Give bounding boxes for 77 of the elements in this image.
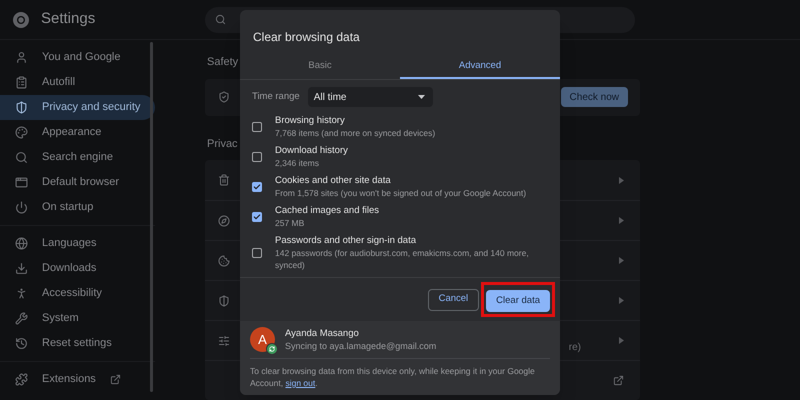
sidebar-item[interactable]: Search engine <box>0 145 155 170</box>
person-icon <box>15 51 28 64</box>
external-link-icon <box>613 375 624 386</box>
chevron-icon <box>619 297 624 304</box>
item-detail: From 1,578 sites (you won't be signed out of your Google Account) <box>275 187 526 199</box>
check-icon <box>253 213 261 221</box>
item-title: Browsing history <box>275 115 346 127</box>
chevron-icon <box>619 217 624 224</box>
check-icon <box>253 183 261 191</box>
accessibility-icon <box>15 287 28 300</box>
shield-icon <box>15 101 28 114</box>
item-detail: 142 passwords (for audioburst.com, emakicms.com, and 140 more, synced) <box>275 247 530 271</box>
shield-check-icon <box>218 91 230 103</box>
item-detail: 2,346 items <box>275 157 320 169</box>
check-now-button[interactable]: Check now <box>560 87 628 107</box>
clipboard-icon <box>15 76 28 89</box>
search-icon <box>215 14 226 25</box>
palette-icon <box>15 126 28 139</box>
search-icon <box>15 151 28 164</box>
shield-icon <box>218 294 230 306</box>
chevron-icon <box>619 176 624 184</box>
caret-icon <box>418 95 425 99</box>
sidebar-item[interactable]: Appearance <box>0 120 155 145</box>
item-detail: 7,768 items (and more on synced devices) <box>275 127 436 139</box>
section-heading: Safety <box>207 55 238 70</box>
sidebar-item[interactable]: Autofill <box>0 70 155 95</box>
sidebar-item[interactable]: Accessibility <box>0 281 155 306</box>
sidebar-item[interactable]: Downloads <box>0 256 155 281</box>
sync-badge-icon <box>266 343 278 355</box>
section-heading: Privac <box>207 136 238 152</box>
download-icon <box>15 262 28 275</box>
globe-icon <box>15 237 28 250</box>
checkbox[interactable] <box>252 122 262 132</box>
sidebar-item[interactable]: Reset settings <box>0 331 155 356</box>
chevron-icon <box>619 337 624 344</box>
checkbox[interactable] <box>252 182 262 192</box>
account-email: Syncing to aya.lamagede@gmail.com <box>285 340 436 352</box>
compass-icon <box>218 214 230 226</box>
sidebar-item[interactable]: System <box>0 306 155 331</box>
avatar: A <box>250 327 275 352</box>
tab[interactable]: Basic <box>240 56 400 79</box>
account-name: Ayanda Masango <box>285 328 360 340</box>
checkbox[interactable] <box>252 212 262 222</box>
sidebar-item[interactable]: Privacy and security <box>0 95 155 120</box>
clear-data-button[interactable]: Clear data <box>486 290 550 312</box>
sign-out-link[interactable]: sign out <box>285 378 316 388</box>
checkbox[interactable] <box>252 152 262 162</box>
time-range-select[interactable]: All time <box>308 87 433 107</box>
dialog-title: Clear browsing data <box>253 29 360 46</box>
trash-icon <box>218 174 230 186</box>
sidebar-item[interactable]: You and Google <box>0 45 155 70</box>
power-icon <box>15 201 28 214</box>
tab[interactable]: Advanced <box>400 56 560 79</box>
item-title: Passwords and other sign-in data <box>275 235 417 247</box>
item-title: Cached images and files <box>275 205 380 217</box>
cancel-button[interactable]: Cancel <box>428 288 480 310</box>
sidebar-item[interactable]: Languages <box>0 231 155 256</box>
checkbox[interactable] <box>252 248 262 258</box>
item-detail: 257 MB <box>275 217 306 229</box>
history-icon <box>15 337 28 350</box>
chevron-icon <box>619 257 624 264</box>
sidebar-item[interactable]: Extensions <box>0 367 155 392</box>
puzzle-icon <box>15 373 28 386</box>
window-icon <box>15 176 28 189</box>
sliders-icon <box>218 334 230 346</box>
sidebar-item[interactable]: On startup <box>0 195 155 220</box>
time-range-label: Time range <box>252 90 300 104</box>
cookie-icon <box>218 254 230 266</box>
item-title: Download history <box>275 145 348 157</box>
wrench-icon <box>15 312 28 325</box>
page-title: Settings <box>41 9 96 30</box>
browser-logo-icon <box>13 12 29 28</box>
item-title: Cookies and other site data <box>275 175 392 187</box>
sidebar-item[interactable]: Default browser <box>0 170 155 195</box>
row-text: re) <box>568 341 581 355</box>
scrollbar[interactable] <box>150 42 153 392</box>
sign-out-note: To clear browsing data from this device only, while keeping it in your Google Account, sign out. <box>250 365 536 389</box>
